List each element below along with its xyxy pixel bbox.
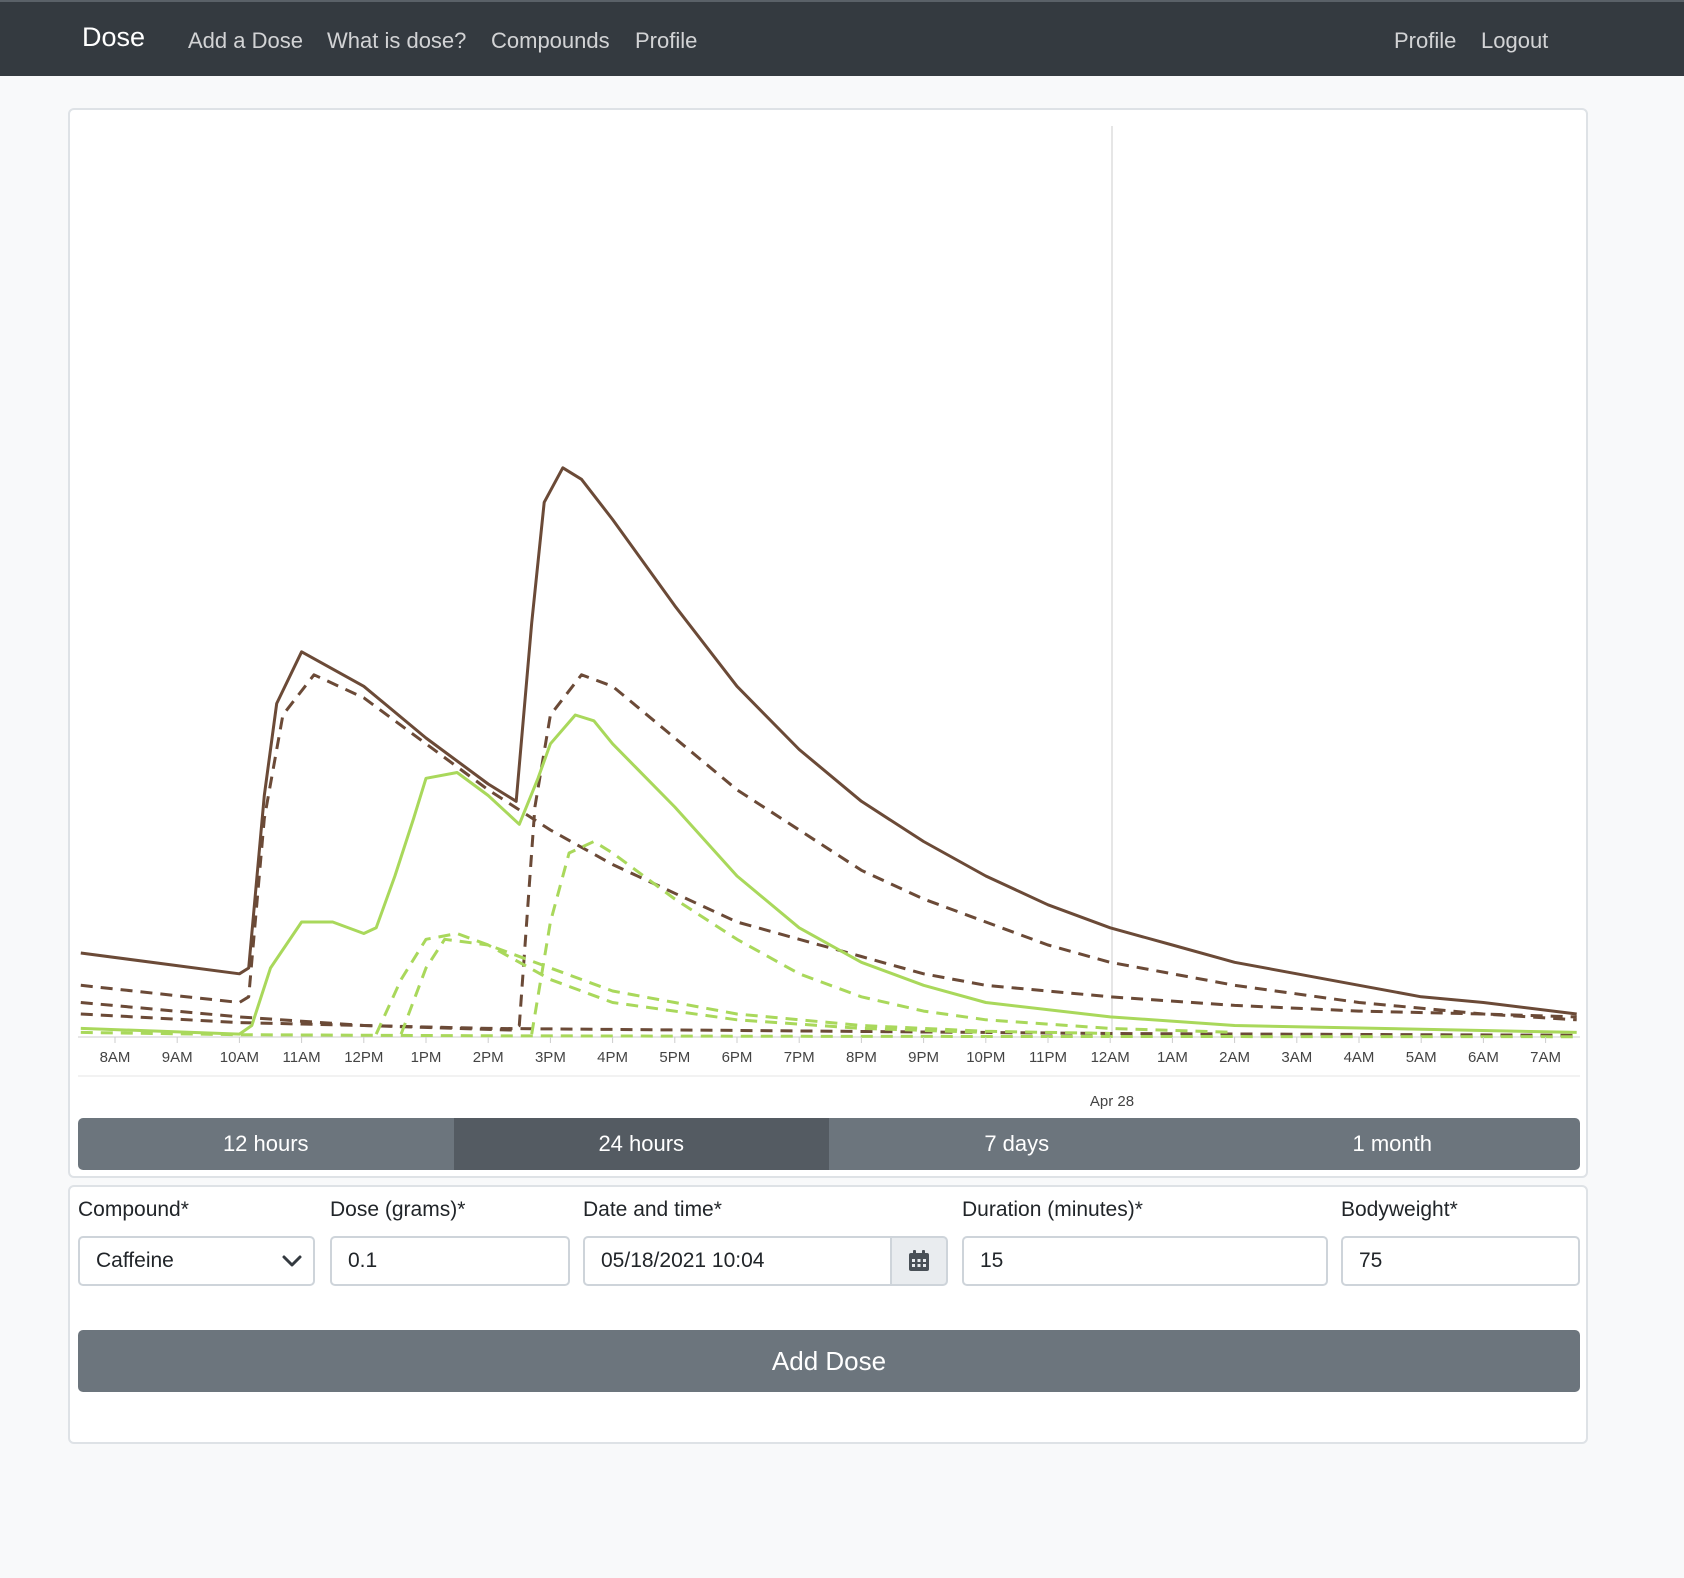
x-tick-label: 12PM xyxy=(344,1049,383,1066)
compound-label: Compound* xyxy=(78,1198,189,1221)
concentration-chart: 8AM 9AM 10AM 11AM 12PM 1PM 2PM 3PM 4PM 5PM 6PM 7PM 8… xyxy=(78,126,1580,1110)
range-1-month-button[interactable]: 1 month xyxy=(1204,1118,1580,1170)
range-24-hours-button[interactable]: 24 hours xyxy=(453,1118,829,1170)
add-dose-button[interactable]: Add Dose xyxy=(78,1330,1580,1392)
x-tick-label: 2PM xyxy=(473,1049,504,1066)
x-tick-label: 5PM xyxy=(659,1049,690,1066)
datetime-input-value: 05/18/2021 10:04 xyxy=(601,1249,765,1272)
x-tick-label: 3PM xyxy=(535,1049,566,1066)
x-tick-label: 4AM xyxy=(1344,1049,1375,1066)
duration-input[interactable]: 15 xyxy=(962,1236,1328,1286)
chevron-down-icon xyxy=(282,1255,302,1267)
bodyweight-label: Bodyweight* xyxy=(1341,1198,1458,1221)
calendar-button[interactable] xyxy=(890,1236,948,1286)
range-button-group: 12 hours 24 hours 7 days 1 month xyxy=(78,1118,1580,1170)
dose-input-value: 0.1 xyxy=(348,1249,378,1272)
datetime-label: Date and time* xyxy=(583,1198,722,1221)
x-tick-label: 9PM xyxy=(908,1049,939,1066)
compound-select[interactable]: Caffeine xyxy=(78,1236,315,1286)
x-tick-label: 10AM xyxy=(220,1049,259,1066)
x-tick-label: 4PM xyxy=(597,1049,628,1066)
series-line-5 xyxy=(374,932,1111,1035)
x-tick-label: 6AM xyxy=(1468,1049,1499,1066)
range-12-hours-button[interactable]: 12 hours xyxy=(78,1118,454,1170)
dose-label: Dose (grams)* xyxy=(330,1198,466,1221)
bodyweight-input[interactable]: 75 xyxy=(1341,1236,1580,1286)
dose-input[interactable]: 0.1 xyxy=(330,1236,570,1286)
duration-input-value: 15 xyxy=(980,1249,1004,1272)
x-tick-label: 1PM xyxy=(411,1049,442,1066)
compound-select-value: Caffeine xyxy=(96,1249,174,1272)
series-line-1 xyxy=(80,673,1577,1019)
range-7-days-button[interactable]: 7 days xyxy=(829,1118,1205,1170)
calendar-icon xyxy=(909,1250,929,1271)
x-tick-label: 11PM xyxy=(1029,1049,1067,1066)
x-tick-label: 11AM xyxy=(283,1049,321,1066)
x-tick-label: 7AM xyxy=(1530,1049,1561,1066)
x-tick-label: 3AM xyxy=(1281,1049,1312,1066)
x-tick-label: 8AM xyxy=(100,1049,131,1066)
series-line-6 xyxy=(399,937,986,1035)
x-tick-label: 10PM xyxy=(966,1049,1005,1066)
add-dose-form xyxy=(68,1185,1588,1444)
date-tick-label: Apr 28 xyxy=(1090,1093,1134,1110)
series-line-0 xyxy=(80,466,1577,1016)
x-tick-label: 5AM xyxy=(1406,1049,1437,1066)
x-tick-label: 2AM xyxy=(1219,1049,1250,1066)
x-tick-label: 12AM xyxy=(1091,1049,1130,1066)
series-line-2 xyxy=(80,673,1577,1032)
bodyweight-input-value: 75 xyxy=(1359,1249,1383,1272)
x-tick-label: 7PM xyxy=(784,1049,815,1066)
x-tick-label: 6PM xyxy=(722,1049,753,1066)
duration-label: Duration (minutes)* xyxy=(962,1198,1143,1221)
x-tick-label: 1AM xyxy=(1157,1049,1188,1066)
datetime-input[interactable]: 05/18/2021 10:04 xyxy=(583,1236,892,1286)
x-tick-label: 8PM xyxy=(846,1049,877,1066)
x-tick-label: 9AM xyxy=(162,1049,193,1066)
